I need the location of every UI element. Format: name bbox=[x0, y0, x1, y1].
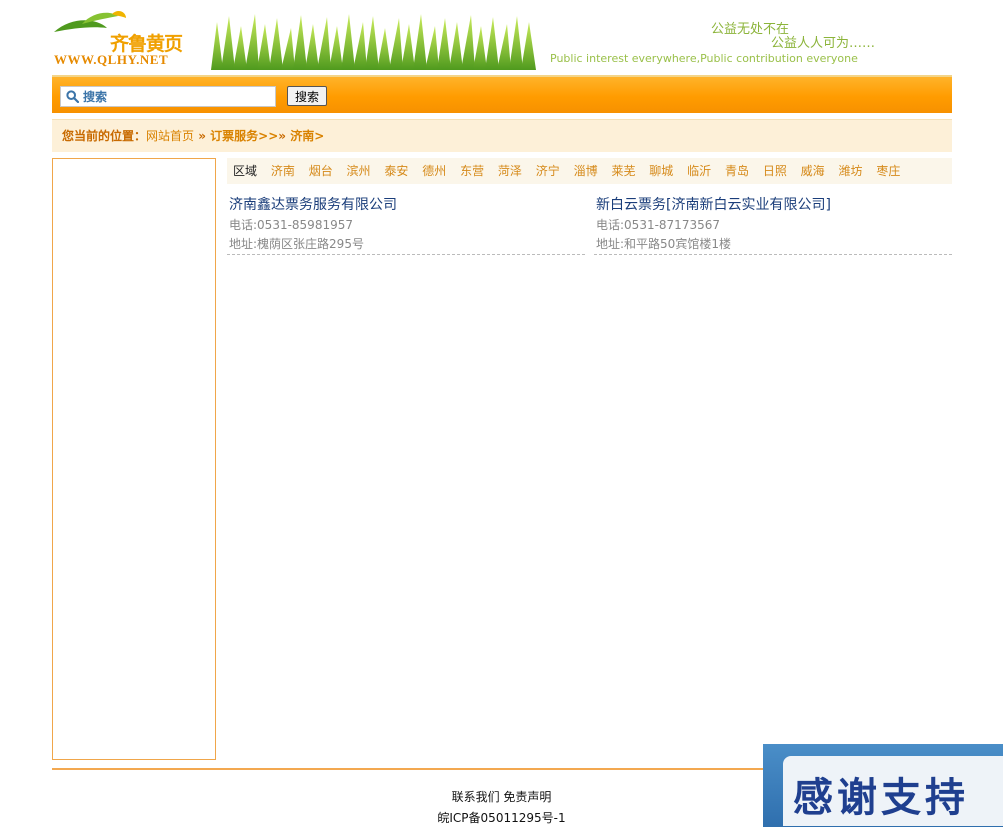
slogan-line-2: 公益人人可为…… bbox=[771, 36, 876, 51]
region-filter-bar: 区域 济南 烟台 滨州 泰安 德州 东营 菏泽 济宁 淄博 莱芜 聊城 临沂 青… bbox=[227, 158, 952, 184]
listing-name-link[interactable]: 济南鑫达票务服务有限公司 bbox=[229, 194, 397, 214]
region-item-qingdao[interactable]: 青岛 bbox=[725, 164, 749, 178]
breadcrumb-separator: » bbox=[194, 129, 211, 143]
search-icon bbox=[66, 90, 79, 103]
region-item-jinan[interactable]: 济南 bbox=[271, 164, 295, 178]
contact-us-link[interactable]: 联系我们 bbox=[452, 790, 500, 804]
listing-address: 地址:槐荫区张庄路295号 bbox=[229, 237, 364, 251]
region-item-jining[interactable]: 济宁 bbox=[536, 164, 560, 178]
region-item-binzhou[interactable]: 滨州 bbox=[347, 164, 371, 178]
listing-phone: 电话:0531-85981957 bbox=[229, 218, 353, 232]
breadcrumb-separator: » bbox=[278, 129, 291, 143]
left-sidebar bbox=[52, 158, 216, 760]
listing-address: 地址:和平路50宾馆楼1楼 bbox=[596, 237, 731, 251]
region-item-zaozhuang[interactable]: 枣庄 bbox=[876, 164, 900, 178]
search-bar: 搜索 bbox=[52, 75, 952, 113]
region-label: 区域 bbox=[233, 164, 258, 178]
region-item-dongying[interactable]: 东营 bbox=[460, 164, 484, 178]
region-item-liaocheng[interactable]: 聊城 bbox=[649, 164, 673, 178]
region-item-zibo[interactable]: 淄博 bbox=[574, 164, 598, 178]
region-item-dezhou[interactable]: 德州 bbox=[422, 164, 446, 178]
listing-phone: 电话:0531-87173567 bbox=[596, 218, 720, 232]
slogan-english: Public interest everywhere,Public contri… bbox=[550, 52, 858, 65]
thanks-banner-text: 感谢支持 bbox=[793, 775, 969, 821]
region-item-heze[interactable]: 菏泽 bbox=[498, 164, 522, 178]
region-item-weifang[interactable]: 潍坊 bbox=[839, 164, 863, 178]
breadcrumb-city-link[interactable]: 济南> bbox=[290, 129, 324, 143]
region-item-yantai[interactable]: 烟台 bbox=[309, 164, 333, 178]
breadcrumb: 您当前的位置：网站首页 » 订票服务>>» 济南> bbox=[52, 119, 952, 152]
list-item: 新白云票务[济南新白云实业有限公司] 电话:0531-87173567 地址:和… bbox=[594, 192, 952, 255]
logo-url-text: WWW.QLHY.NET bbox=[54, 52, 169, 67]
region-item-laiwu[interactable]: 莱芜 bbox=[611, 164, 635, 178]
breadcrumb-home-link[interactable]: 网站首页 bbox=[146, 129, 194, 143]
breadcrumb-category-link[interactable]: 订票服务>> bbox=[210, 129, 278, 143]
search-input[interactable] bbox=[83, 87, 273, 106]
listing-name-link[interactable]: 新白云票务[济南新白云实业有限公司] bbox=[596, 194, 831, 214]
search-input-wrapper bbox=[60, 86, 276, 107]
list-item: 济南鑫达票务服务有限公司 电话:0531-85981957 地址:槐荫区张庄路2… bbox=[227, 192, 585, 255]
region-item-rizhao[interactable]: 日照 bbox=[763, 164, 787, 178]
disclaimer-link[interactable]: 免责声明 bbox=[503, 790, 551, 804]
region-item-taian[interactable]: 泰安 bbox=[384, 164, 408, 178]
region-item-weihai[interactable]: 威海 bbox=[801, 164, 825, 178]
search-button[interactable]: 搜索 bbox=[287, 86, 327, 106]
breadcrumb-prefix: 您当前的位置： bbox=[62, 129, 147, 143]
grass-banner-image bbox=[211, 14, 536, 70]
region-item-linyi[interactable]: 临沂 bbox=[687, 164, 711, 178]
